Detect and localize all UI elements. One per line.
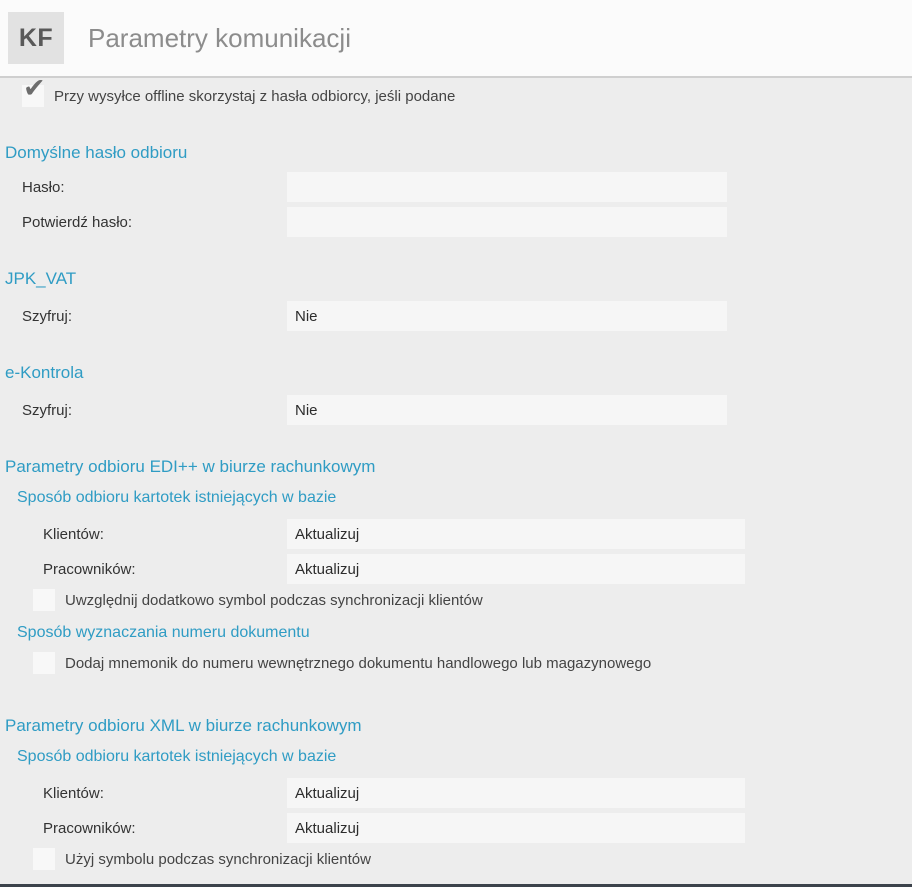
edi-pracownikow-select[interactable]: Aktualizuj bbox=[287, 554, 745, 584]
page-header: KF Parametry komunikacji bbox=[0, 0, 912, 78]
password-row: Hasło: bbox=[0, 172, 912, 202]
app-badge: KF bbox=[8, 12, 64, 64]
ekontrola-szyfruj-select[interactable]: Nie bbox=[287, 395, 727, 425]
xml-symbol-option[interactable]: ✔ Użyj symbolu podczas synchronizacji kl… bbox=[0, 848, 912, 870]
checkbox-edi-mnemonik[interactable]: ✔ bbox=[33, 652, 55, 674]
section-heading-default-password: Domyślne hasło odbioru bbox=[5, 143, 912, 163]
checkbox-label: Dodaj mnemonik do numeru wewnętrznego do… bbox=[65, 655, 651, 672]
checkbox-label: Przy wysyłce offline skorzystaj z hasła … bbox=[54, 88, 455, 105]
jpk-szyfruj-label: Szyfruj: bbox=[22, 308, 287, 325]
checkbox-xml-symbol[interactable]: ✔ bbox=[33, 848, 55, 870]
edi-mnemonik-option[interactable]: ✔ Dodaj mnemonik do numeru wewnętrznego … bbox=[0, 652, 912, 674]
edi-pracownikow-label: Pracowników: bbox=[43, 561, 287, 578]
edi-symbol-option[interactable]: ✔ Uwzględnij dodatkowo symbol podczas sy… bbox=[0, 589, 912, 611]
edi-klientow-row: Klientów: Aktualizuj bbox=[0, 519, 912, 549]
confirm-password-input[interactable] bbox=[287, 207, 727, 237]
jpk-szyfruj-select[interactable]: Nie bbox=[287, 301, 727, 331]
checkbox-edi-symbol[interactable]: ✔ bbox=[33, 589, 55, 611]
xml-pracownikow-row: Pracowników: Aktualizuj bbox=[0, 813, 912, 843]
edi-subheading-numer: Sposób wyznaczania numeru dokumentu bbox=[17, 623, 912, 643]
section-heading-e-kontrola: e-Kontrola bbox=[5, 363, 912, 383]
edi-klientow-label: Klientów: bbox=[43, 526, 287, 543]
section-heading-edi: Parametry odbioru EDI++ w biurze rachunk… bbox=[5, 457, 912, 477]
checkbox-offline-password[interactable]: ✔ bbox=[22, 85, 44, 107]
content: ✔ Przy wysyłce offline skorzystaj z hasł… bbox=[0, 85, 912, 870]
ekontrola-szyfruj-label: Szyfruj: bbox=[22, 402, 287, 419]
confirm-password-row: Potwierdź hasło: bbox=[0, 207, 912, 237]
checkbox-label: Uwzględnij dodatkowo symbol podczas sync… bbox=[65, 592, 483, 609]
password-label: Hasło: bbox=[22, 179, 287, 196]
offline-password-option[interactable]: ✔ Przy wysyłce offline skorzystaj z hasł… bbox=[0, 85, 912, 107]
xml-pracownikow-select[interactable]: Aktualizuj bbox=[287, 813, 745, 843]
password-input[interactable] bbox=[287, 172, 727, 202]
xml-klientow-select[interactable]: Aktualizuj bbox=[287, 778, 745, 808]
ekontrola-szyfruj-row: Szyfruj: Nie bbox=[0, 395, 912, 425]
confirm-password-label: Potwierdź hasło: bbox=[22, 214, 287, 231]
section-heading-xml: Parametry odbioru XML w biurze rachunkow… bbox=[5, 716, 912, 736]
edi-pracownikow-row: Pracowników: Aktualizuj bbox=[0, 554, 912, 584]
jpk-szyfruj-row: Szyfruj: Nie bbox=[0, 301, 912, 331]
edi-klientow-select[interactable]: Aktualizuj bbox=[287, 519, 745, 549]
xml-klientow-row: Klientów: Aktualizuj bbox=[0, 778, 912, 808]
xml-subheading-kartoteki: Sposób odbioru kartotek istniejących w b… bbox=[17, 747, 912, 767]
xml-pracownikow-label: Pracowników: bbox=[43, 820, 287, 837]
section-heading-jpk-vat: JPK_VAT bbox=[5, 269, 912, 289]
edi-subheading-kartoteki: Sposób odbioru kartotek istniejących w b… bbox=[17, 488, 912, 508]
xml-klientow-label: Klientów: bbox=[43, 785, 287, 802]
checkmark-icon: ✔ bbox=[23, 75, 46, 102]
checkbox-label: Użyj symbolu podczas synchronizacji klie… bbox=[65, 851, 371, 868]
page-title: Parametry komunikacji bbox=[88, 23, 351, 54]
